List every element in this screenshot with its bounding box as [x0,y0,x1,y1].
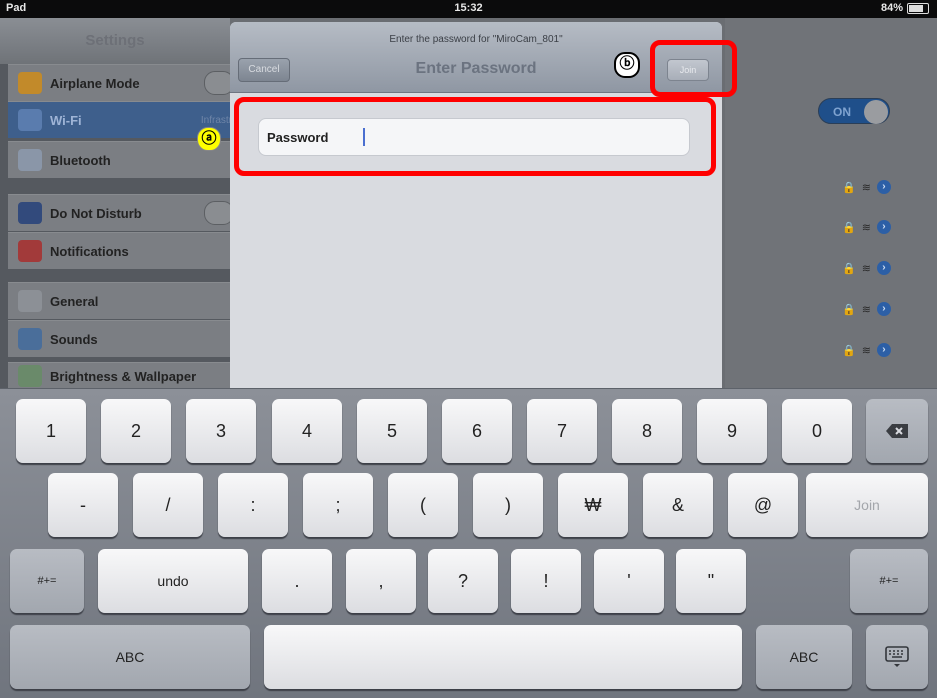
key-quote[interactable]: " [676,549,746,613]
key-abc-left[interactable]: ABC [10,625,250,689]
sidebar-item-label: Brightness & Wallpaper [50,368,197,384]
wifi-signal-icon: ≋ [861,262,871,275]
sidebar-item-label: Bluetooth [50,152,111,168]
key-slash[interactable]: / [133,473,203,537]
sidebar-item-sounds[interactable]: Sounds [8,320,230,357]
sidebar-item-label: Sounds [50,331,98,347]
key-apostrophe[interactable]: ' [594,549,664,613]
sidebar-item-label: Do Not Disturb [50,205,142,221]
keyboard: 1 2 3 4 5 6 7 8 9 0 - / : ; ( ) ₩ & @ Jo… [0,388,937,698]
sidebar-item-general[interactable]: General [8,282,230,319]
key-won[interactable]: ₩ [558,473,628,537]
sidebar-item-airplane-mode[interactable]: Airplane Mode [8,64,234,101]
key-comma[interactable]: , [346,549,416,613]
wifi-signal-icon: ≋ [861,181,871,194]
airplane-icon [18,72,42,94]
wifi-switch-label: ON [833,105,851,119]
wifi-signal-icon: ≋ [861,303,871,316]
keyboard-dismiss-icon [885,646,909,667]
key-6[interactable]: 6 [442,399,512,463]
bluetooth-icon [18,149,42,171]
sidebar-item-brightness[interactable]: Brightness & Wallpaper [8,362,230,389]
backspace-key[interactable] [866,399,928,463]
sidebar-title: Settings [0,18,230,64]
network-row[interactable]: 🔒 ≋ › [842,302,891,316]
wifi-switch[interactable]: ON [818,98,890,124]
key-colon[interactable]: : [218,473,288,537]
key-0[interactable]: 0 [782,399,852,463]
key-abc-right[interactable]: ABC [756,625,852,689]
moon-icon [18,202,42,224]
detail-disclosure-icon[interactable]: › [876,220,891,234]
lock-icon: 🔒 [842,181,856,194]
wifi-signal-icon: ≋ [861,221,871,234]
hide-keyboard-key[interactable] [866,625,928,689]
key-1[interactable]: 1 [16,399,86,463]
clock: 15:32 [454,2,483,14]
wifi-detail-pane [725,18,937,388]
key-3[interactable]: 3 [186,399,256,463]
wifi-signal-icon: ≋ [861,344,871,357]
keyboard-join-key[interactable]: Join [806,473,928,537]
dialog-subtitle: Enter the password for "MiroCam_801" [389,34,563,45]
network-row[interactable]: 🔒 ≋ › [842,343,891,357]
sidebar-item-do-not-disturb[interactable]: Do Not Disturb [8,194,234,231]
gear-icon [18,290,42,312]
status-bar: Pad 15:32 84% [0,0,937,18]
key-period[interactable]: . [262,549,332,613]
key-exclamation[interactable]: ! [511,549,581,613]
notifications-icon [18,240,42,262]
key-close-paren[interactable]: ) [473,473,543,537]
key-more-symbols-right[interactable]: #+= [850,549,928,613]
dialog-navbar: Enter the password for "MiroCam_801" Can… [230,22,722,93]
detail-disclosure-icon[interactable]: › [876,343,891,357]
speaker-icon [18,328,42,350]
key-2[interactable]: 2 [101,399,171,463]
battery-icon [907,2,929,14]
sidebar-item-notifications[interactable]: Notifications [8,232,230,269]
dialog-title: Enter Password [415,60,537,77]
annotation-box-password [234,97,716,176]
key-8[interactable]: 8 [612,399,682,463]
enter-password-dialog: Enter the password for "MiroCam_801" Can… [230,22,722,388]
key-at[interactable]: @ [728,473,798,537]
key-7[interactable]: 7 [527,399,597,463]
key-question[interactable]: ? [428,549,498,613]
sidebar-item-label: General [50,293,99,309]
annotation-badge-b: ⓑ [614,52,640,78]
detail-disclosure-icon[interactable]: › [876,302,891,316]
brightness-icon [18,365,42,387]
sidebar-item-label: Wi-Fi [50,112,82,128]
key-hyphen[interactable]: - [48,473,118,537]
wifi-icon [18,109,42,131]
key-semicolon[interactable]: ; [303,473,373,537]
key-4[interactable]: 4 [272,399,342,463]
battery-percent: 84% [880,2,903,14]
sidebar-item-label: Airplane Mode [50,75,140,91]
detail-disclosure-icon[interactable]: › [876,180,891,194]
space-bar[interactable] [264,625,742,689]
lock-icon: 🔒 [842,303,856,316]
lock-icon: 🔒 [842,262,856,275]
lock-icon: 🔒 [842,221,856,234]
network-row[interactable]: 🔒 ≋ › [842,180,891,194]
backspace-icon [886,424,908,438]
network-row[interactable]: 🔒 ≋ › [842,261,891,275]
key-9[interactable]: 9 [697,399,767,463]
key-more-symbols-left[interactable]: #+= [10,549,84,613]
sidebar-item-label: Notifications [50,243,129,259]
network-row[interactable]: 🔒 ≋ › [842,220,891,234]
key-undo[interactable]: undo [98,549,248,613]
key-open-paren[interactable]: ( [388,473,458,537]
annotation-box-join [650,40,737,97]
wifi-value: Infrastr [200,114,232,126]
key-ampersand[interactable]: & [643,473,713,537]
detail-disclosure-icon[interactable]: › [876,261,891,275]
annotation-badge-a: ⓐ [197,127,221,151]
sidebar-item-bluetooth[interactable]: Bluetooth [8,141,230,178]
lock-icon: 🔒 [842,344,856,357]
key-5[interactable]: 5 [357,399,427,463]
sidebar-item-wifi[interactable]: Wi-Fi Infrastr [8,101,232,138]
